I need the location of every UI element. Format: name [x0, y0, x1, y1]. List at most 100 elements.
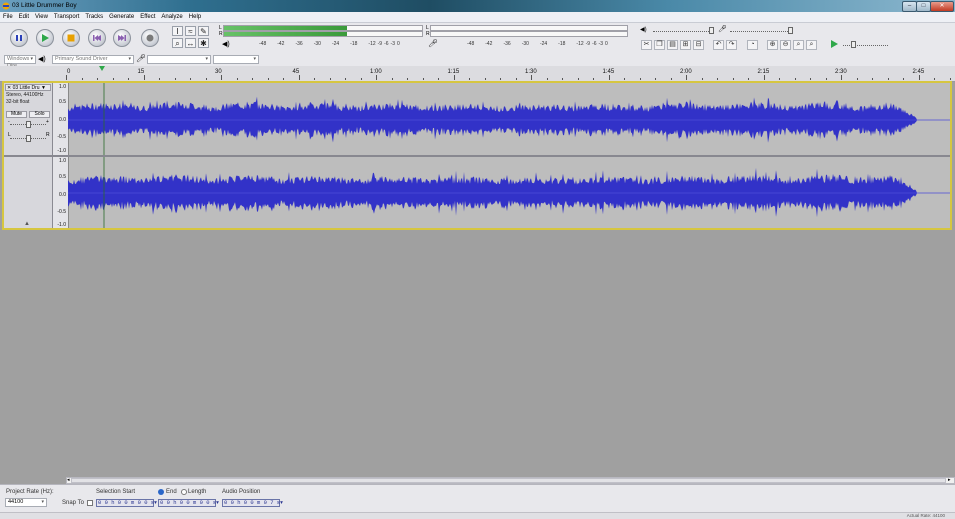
- solo-button[interactable]: Solo: [29, 111, 50, 118]
- speaker-icon[interactable]: ◀): [222, 40, 230, 48]
- menu-help[interactable]: Help: [186, 12, 204, 22]
- menu-edit[interactable]: Edit: [16, 12, 32, 22]
- menu-analyze[interactable]: Analyze: [158, 12, 185, 22]
- project-rate-select[interactable]: 44100 ▾: [5, 498, 47, 507]
- menu-tracks[interactable]: Tracks: [82, 12, 106, 22]
- track-sample-format: 32-bit float: [6, 99, 30, 105]
- skip-to-start-button[interactable]: [88, 29, 106, 47]
- end-radio[interactable]: [158, 489, 164, 495]
- asterisk-icon: ✱: [200, 39, 207, 48]
- ruler-label: -0.5: [57, 134, 66, 140]
- output-volume-slider[interactable]: [653, 31, 713, 33]
- track-name-menu[interactable]: ✕ 03 Little Dru ▼: [5, 84, 51, 91]
- microphone-icon[interactable]: 🎤︎: [428, 39, 438, 48]
- copy-button[interactable]: ❐: [654, 40, 665, 50]
- minimize-button[interactable]: –: [902, 1, 917, 12]
- play-speed-thumb[interactable]: [851, 41, 856, 48]
- output-device-select[interactable]: Primary Sound Driver ▾: [52, 55, 134, 64]
- silence-button[interactable]: ⊟: [693, 40, 704, 50]
- selection-tool-button[interactable]: I: [172, 26, 183, 36]
- undo-button[interactable]: ↶: [713, 40, 724, 50]
- playback-meter-right[interactable]: [223, 31, 423, 37]
- input-volume-thumb[interactable]: [788, 27, 793, 34]
- audio-host-select[interactable]: Windows Dire▾: [4, 55, 36, 69]
- trim-button[interactable]: ⊞: [680, 40, 691, 50]
- mute-button[interactable]: Mute: [6, 111, 27, 118]
- record-button[interactable]: [141, 29, 159, 47]
- chevron-down-icon: ▾: [253, 56, 256, 62]
- timeline-minor-tick: [949, 78, 951, 80]
- play-at-speed-button[interactable]: [828, 40, 839, 50]
- meter-scale-label: -24: [539, 41, 548, 47]
- channel-separator: [4, 155, 950, 157]
- multi-tool-button[interactable]: ✱: [198, 38, 209, 48]
- menu-generate[interactable]: Generate: [106, 12, 137, 22]
- close-button[interactable]: ✕: [930, 1, 954, 12]
- timeline-minor-tick: [639, 78, 641, 80]
- end-label: End: [166, 489, 177, 495]
- sync-lock-button[interactable]: ◔: [747, 40, 758, 50]
- timeline-minor-tick: [345, 78, 346, 80]
- redo-icon: ↷: [728, 41, 735, 48]
- zoom-tool-button[interactable]: ⌕: [172, 38, 183, 48]
- chevron-down-icon: ▾: [280, 499, 283, 506]
- timeline-minor-tick: [407, 78, 408, 80]
- fit-project-button[interactable]: ⌕: [806, 40, 817, 50]
- timeline-minor-tick: [329, 78, 331, 80]
- audio-track[interactable]: ✕ 03 Little Dru ▼ Stereo, 44100Hz 32-bit…: [2, 81, 952, 230]
- meter-scale-label: -6: [384, 41, 389, 47]
- menu-view[interactable]: View: [32, 12, 51, 22]
- zoom-in-button[interactable]: ⊕: [767, 40, 778, 50]
- menu-transport[interactable]: Transport: [51, 12, 82, 22]
- selection-end-time[interactable]: 0 0 h 0 0 m 0 0 s▾: [158, 499, 219, 507]
- ruler-label: 1.0: [59, 158, 66, 164]
- redo-button[interactable]: ↷: [726, 40, 737, 50]
- collapse-track-icon[interactable]: ▲: [24, 221, 30, 227]
- input-volume-slider[interactable]: [730, 31, 792, 33]
- pause-button[interactable]: [10, 29, 28, 47]
- stop-button[interactable]: [62, 29, 80, 47]
- menu-file[interactable]: File: [0, 12, 16, 22]
- chevron-down-icon: ▼: [39, 85, 46, 91]
- play-speed-slider[interactable]: [843, 45, 888, 47]
- timeline-label: 2:15: [757, 69, 770, 75]
- play-button[interactable]: [36, 29, 54, 47]
- skip-start-icon: [93, 35, 101, 41]
- maximize-button[interactable]: □: [916, 1, 931, 12]
- scroll-left-icon[interactable]: ◂: [67, 477, 70, 483]
- paste-button[interactable]: ▤: [667, 40, 678, 50]
- input-channels-select[interactable]: ▾: [213, 55, 259, 64]
- trim-icon: ⊞: [682, 41, 689, 48]
- output-volume-thumb[interactable]: [709, 27, 714, 34]
- timeline-minor-tick: [515, 78, 517, 80]
- fit-selection-button[interactable]: ⌕: [793, 40, 804, 50]
- length-radio[interactable]: [181, 489, 187, 495]
- timeline-ruler[interactable]: 0 15 30 45 1:00 1:15 1:30 1:45 2:00 2:15 2:30 2:45: [0, 66, 955, 82]
- audio-position-time[interactable]: 0 0 h 0 0 m 0 7 s▾: [222, 499, 283, 507]
- timeline-tick: [221, 75, 222, 80]
- gain-thumb[interactable]: [26, 121, 31, 128]
- playback-position-marker[interactable]: [99, 66, 105, 71]
- envelope-tool-button[interactable]: ≈: [185, 26, 196, 36]
- snap-to-checkbox[interactable]: [87, 500, 93, 506]
- horizontal-scrollbar[interactable]: ◂ ▸: [66, 477, 955, 484]
- timeshift-tool-button[interactable]: ↔: [185, 38, 196, 48]
- pan-thumb[interactable]: [26, 135, 31, 142]
- timeline-minor-tick: [97, 78, 98, 80]
- selection-start-time[interactable]: 0 0 h 0 0 m 0 0 s▾: [96, 499, 157, 507]
- input-device-select[interactable]: ▾: [147, 55, 211, 64]
- scroll-right-icon[interactable]: ▸: [948, 477, 951, 483]
- record-meter-right[interactable]: [430, 31, 628, 37]
- selection-start-label: Selection Start: [96, 489, 136, 495]
- timeline-minor-tick: [825, 78, 827, 80]
- menu-effect[interactable]: Effect: [137, 12, 158, 22]
- pan-right-label: R: [46, 132, 50, 138]
- timeline-minor-tick: [903, 78, 904, 80]
- timeline-minor-tick: [484, 78, 486, 80]
- draw-tool-button[interactable]: ✎: [198, 26, 209, 36]
- cut-button[interactable]: ✂: [641, 40, 652, 50]
- skip-to-end-button[interactable]: [113, 29, 131, 47]
- scrollbar-thumb[interactable]: [71, 478, 946, 483]
- timeline-label: 1:15: [447, 69, 460, 75]
- zoom-out-button[interactable]: ⊖: [780, 40, 791, 50]
